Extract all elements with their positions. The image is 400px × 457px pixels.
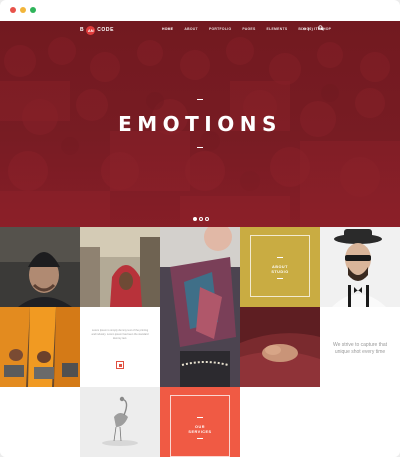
nav-item-home[interactable]: HOME [162,27,173,31]
photo-hands-robe [240,307,320,387]
portfolio-tile-bird[interactable] [80,387,160,457]
about-dash-top [277,257,283,258]
tagline-tile: We strive to capture that unique shot ev… [320,307,400,387]
tagline-text: We strive to capture that unique shot ev… [320,342,400,356]
close-window-button[interactable] [10,7,16,13]
main-navigation: B AN CODE HOME ABOUT PORTFOLIO PAGES ELE… [0,21,400,39]
nav-item-pages[interactable]: PAGES [242,27,255,31]
portfolio-tile-girl-hood[interactable] [80,227,160,307]
photo-hipster [320,227,400,307]
portfolio-tile-hipster[interactable] [320,227,400,307]
portfolio-tile-colorful-scarf[interactable] [160,227,240,387]
cart-icon [302,27,306,30]
window-titlebar [0,0,400,21]
portfolio-tile-man-beanie[interactable] [0,227,80,307]
about-studio-label: ABOUT STUDIO [240,265,320,275]
hero-dash-bottom [197,147,203,148]
services-dash-top [197,417,203,418]
photo-bird [80,387,160,457]
intro-text-tile: Lorem Ipsum is simply dummy text of the … [80,307,160,387]
page-viewport: B AN CODE HOME ABOUT PORTFOLIO PAGES ELE… [0,21,400,457]
hero-dash-top [197,99,203,100]
our-services-tile[interactable]: OUR SERVICES [160,387,240,457]
search-icon[interactable] [318,25,324,31]
nav-item-about[interactable]: ABOUT [184,27,198,31]
photo-girl-hood [80,227,160,307]
read-more-button[interactable] [116,361,124,369]
about-label-line2: STUDIO [271,270,289,274]
slider-dot-2[interactable] [199,217,203,221]
empty-tile-left [0,387,80,457]
hero-slider: B AN CODE HOME ABOUT PORTFOLIO PAGES ELE… [0,21,400,227]
intro-paragraph: Lorem Ipsum is simply dummy text of the … [91,329,149,340]
maximize-window-button[interactable] [30,7,36,13]
about-studio-tile[interactable]: ABOUT STUDIO [240,227,320,307]
tagline-line2: unique shot every time [334,349,386,355]
slider-dot-1[interactable] [193,217,197,221]
tagline-line1: We strive to capture that [332,342,388,348]
nav-item-elements[interactable]: ELEMENTS [267,27,288,31]
site-logo[interactable]: B AN CODE [80,25,114,35]
hero-title: EMOTIONS [118,112,282,136]
slider-dot-3[interactable] [205,217,209,221]
logo-badge: AN [86,25,96,35]
nav-item-portfolio[interactable]: PORTFOLIO [209,27,231,31]
browser-window: B AN CODE HOME ABOUT PORTFOLIO PAGES ELE… [0,0,400,457]
photo-man-beanie [0,227,80,307]
logo-text-right: CODE [97,27,115,33]
logo-text-left: B [80,27,85,33]
empty-tile-right [240,387,400,457]
our-services-label: OUR SERVICES [160,425,240,435]
portfolio-grid: ABOUT STUDIO Lorem Ipsum is simply dummy… [0,227,400,457]
portfolio-tile-hands[interactable] [240,307,320,387]
services-dash-bottom [197,438,203,439]
portfolio-tile-monks[interactable] [0,307,80,387]
photo-monks [0,307,80,387]
slider-pagination [193,217,209,221]
about-dash-bottom [277,278,283,279]
minimize-window-button[interactable] [20,7,26,13]
services-label-line2: SERVICES [188,430,212,434]
photo-colorful-scarf [160,227,240,387]
